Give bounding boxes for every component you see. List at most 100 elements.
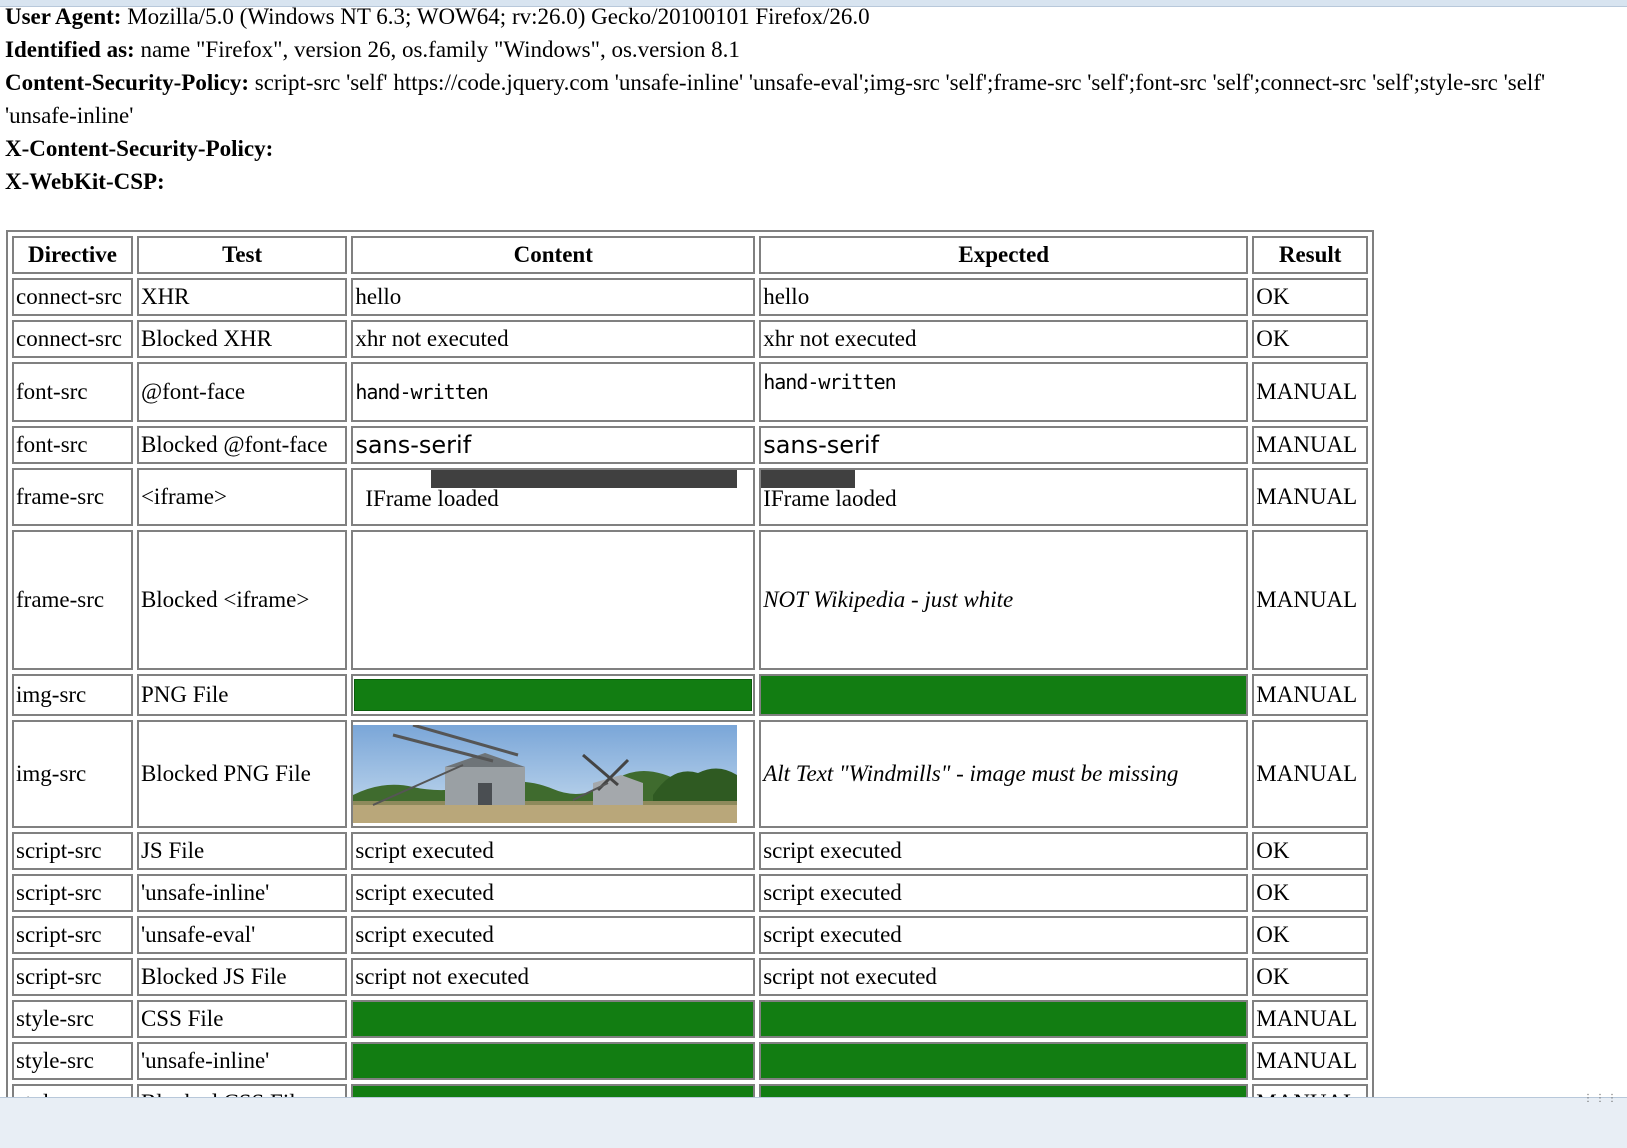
cell-test: PNG File [136,674,348,716]
cell-content-green [351,1042,756,1080]
cell-expected-green [759,674,1249,716]
table-row: style-src 'unsafe-inline' MANUAL [12,1042,1368,1080]
x-csp-label: X-Content-Security-Policy: [5,136,274,161]
col-header-directive: Directive [12,236,133,274]
cell-test: Blocked PNG File [136,720,348,828]
user-agent-value: Mozilla/5.0 (Windows NT 6.3; WOW64; rv:2… [127,4,870,29]
table-row: frame-src <iframe> IFrame loaded IFrame … [12,468,1368,526]
cell-directive: frame-src [12,468,133,526]
user-agent-label: User Agent: [5,4,122,29]
cell-directive: font-src [12,426,133,464]
cell-result: MANUAL [1252,426,1368,464]
cell-result: OK [1252,916,1368,954]
cell-content [351,720,756,828]
table-row: script-src JS File script executed scrip… [12,832,1368,870]
cell-expected: sans-serif [759,426,1249,464]
cell-result: MANUAL [1252,674,1368,716]
cell-result: OK [1252,320,1368,358]
webkit-csp-label: X-WebKit-CSP: [5,169,165,194]
csp-line: Content-Security-Policy: script-src 'sel… [5,66,1620,132]
table-row: img-src PNG File MANUAL [12,674,1368,716]
cell-expected: script executed [759,916,1249,954]
table-row: script-src Blocked JS File script not ex… [12,958,1368,996]
cell-expected: xhr not executed [759,320,1249,358]
table-row: style-src CSS File MANUAL [12,1000,1368,1038]
col-header-expected: Expected [759,236,1249,274]
cell-expected: Alt Text "Windmills" - image must be mis… [759,720,1249,828]
cell-result: MANUAL [1252,720,1368,828]
browser-status-bar [0,1097,1627,1148]
cell-expected: IFrame laoded [759,468,1249,526]
cell-content: script executed [351,874,756,912]
table-header-row: Directive Test Content Expected Result [12,236,1368,274]
table-row: script-src 'unsafe-eval' script executed… [12,916,1368,954]
csp-label: Content-Security-Policy: [5,70,249,95]
embedded-iframe[interactable]: IFrame loaded [353,470,753,524]
identified-value: name "Firefox", version 26, os.family "W… [140,37,740,62]
cell-test: XHR [136,278,348,316]
cell-directive: connect-src [12,320,133,358]
table-row: script-src 'unsafe-inline' script execut… [12,874,1368,912]
cell-test: 'unsafe-inline' [136,874,348,912]
cell-test: 'unsafe-inline' [136,1042,348,1080]
csp-test-table: Directive Test Content Expected Result c… [6,230,1374,1128]
cell-result: MANUAL [1252,362,1368,422]
cell-content: script not executed [351,958,756,996]
cell-directive: script-src [12,874,133,912]
cell-test: Blocked @font-face [136,426,348,464]
col-header-test: Test [136,236,348,274]
table-row: img-src Blocked PNG File Alt Text "Windm… [12,720,1368,828]
x-csp-line: X-Content-Security-Policy: [5,132,1620,165]
iframe-content-text: IFrame loaded [365,486,499,511]
cell-content: hand-written [351,362,756,422]
cell-content: script executed [351,916,756,954]
table-row: connect-src Blocked XHR xhr not executed… [12,320,1368,358]
cell-test: Blocked <iframe> [136,530,348,670]
cell-expected: hand-written [759,362,1249,422]
cell-result: OK [1252,832,1368,870]
user-agent-line: User Agent: Mozilla/5.0 (Windows NT 6.3;… [5,0,1620,33]
cell-expected: script executed [759,832,1249,870]
webkit-csp-line: X-WebKit-CSP: [5,165,1620,198]
cell-directive: connect-src [12,278,133,316]
cell-directive: font-src [12,362,133,422]
cell-test: <iframe> [136,468,348,526]
col-header-content: Content [351,236,756,274]
cell-expected: hello [759,278,1249,316]
cell-result: MANUAL [1252,1000,1368,1038]
cell-content: hello [351,278,756,316]
cell-expected: NOT Wikipedia - just white [759,530,1249,670]
header-info: User Agent: Mozilla/5.0 (Windows NT 6.3;… [5,0,1620,198]
resize-grip-icon[interactable]: ⋮⋮⋮ [1583,1093,1619,1104]
cell-content: sans-serif [351,426,756,464]
cell-result: OK [1252,278,1368,316]
table-row: frame-src Blocked <iframe> NOT Wikipedia… [12,530,1368,670]
cell-expected: script not executed [759,958,1249,996]
expected-iframe-text: IFrame laoded [763,486,897,511]
cell-content [351,674,756,716]
cell-directive: script-src [12,916,133,954]
cell-test: CSS File [136,1000,348,1038]
cell-content: script executed [351,832,756,870]
col-header-result: Result [1252,236,1368,274]
green-png-image [354,679,753,711]
cell-content-blank-iframe [351,530,756,670]
identified-line: Identified as: name "Firefox", version 2… [5,33,1620,66]
expected-iframe-box: IFrame laoded [761,470,1246,524]
cell-content: xhr not executed [351,320,756,358]
cell-expected: script executed [759,874,1249,912]
cell-directive: img-src [12,720,133,828]
cell-test: Blocked JS File [136,958,348,996]
cell-directive: img-src [12,674,133,716]
cell-test: 'unsafe-eval' [136,916,348,954]
cell-result: MANUAL [1252,1042,1368,1080]
cell-result: OK [1252,958,1368,996]
cell-content-green [351,1000,756,1038]
cell-result: MANUAL [1252,468,1368,526]
table-row: font-src @font-face hand-written hand-wr… [12,362,1368,422]
cell-directive: style-src [12,1042,133,1080]
cell-directive: script-src [12,958,133,996]
cell-directive: style-src [12,1000,133,1038]
cell-directive: script-src [12,832,133,870]
cell-result: OK [1252,874,1368,912]
